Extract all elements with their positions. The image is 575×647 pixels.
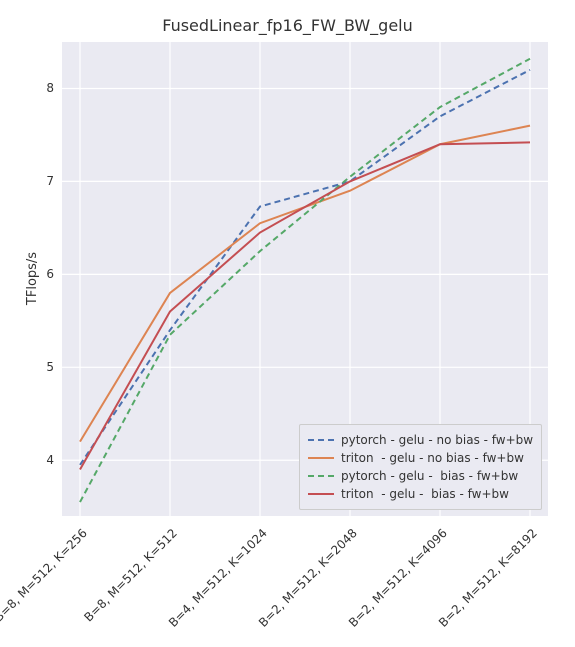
chart-title: FusedLinear_fp16_FW_BW_gelu — [0, 16, 575, 35]
x-tick-label: B=2, M=512, K=2048 — [256, 526, 360, 630]
x-tick-label: B=2, M=512, K=4096 — [346, 526, 450, 630]
legend-label: pytorch - gelu - no bias - fw+bw — [341, 433, 533, 447]
legend-swatch — [308, 439, 334, 441]
series-line — [80, 70, 530, 465]
legend-label: triton - gelu - bias - fw+bw — [341, 487, 509, 501]
x-tick-label: B=8, M=512, K=512 — [81, 526, 180, 625]
legend: pytorch - gelu - no bias - fw+bw triton -… — [299, 424, 542, 510]
series-line — [80, 126, 530, 442]
y-tick-label: 7 — [34, 174, 54, 188]
legend-swatch — [308, 475, 334, 477]
legend-entry: pytorch - gelu - bias - fw+bw — [308, 467, 533, 485]
y-tick-label: 6 — [34, 267, 54, 281]
legend-entry: triton - gelu - bias - fw+bw — [308, 485, 533, 503]
x-tick-label: B=4, M=512, K=1024 — [166, 526, 270, 630]
legend-entry: pytorch - gelu - no bias - fw+bw — [308, 431, 533, 449]
y-tick-label: 8 — [34, 81, 54, 95]
legend-swatch — [308, 493, 334, 495]
y-tick-label: 4 — [34, 453, 54, 467]
legend-label: triton - gelu - no bias - fw+bw — [341, 451, 524, 465]
y-tick-label: 5 — [34, 360, 54, 374]
series-line — [80, 142, 530, 469]
x-tick-label: B=8, M=512, K=256 — [0, 526, 90, 625]
chart-container: FusedLinear_fp16_FW_BW_gelu TFlops/s 456… — [0, 0, 575, 647]
legend-entry: triton - gelu - no bias - fw+bw — [308, 449, 533, 467]
x-tick-label: B=2, M=512, K=8192 — [436, 526, 540, 630]
legend-label: pytorch - gelu - bias - fw+bw — [341, 469, 518, 483]
legend-swatch — [308, 457, 334, 459]
